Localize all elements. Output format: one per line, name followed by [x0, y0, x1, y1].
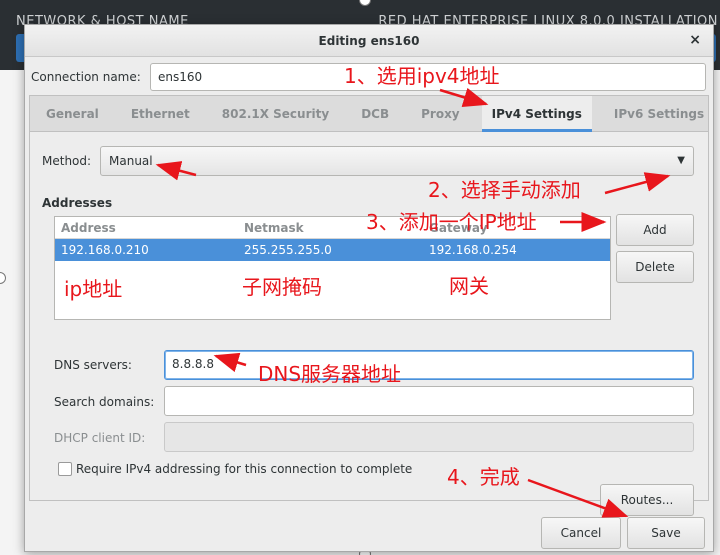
- arrow-to-save: [527, 478, 629, 518]
- arrow-to-ipv4-tab: [439, 87, 489, 108]
- annotation-arrows: [155, 87, 671, 518]
- arrow-to-dns: [213, 352, 247, 373]
- arrow-to-method: [155, 161, 197, 181]
- arrow-to-dropdown: [604, 172, 671, 195]
